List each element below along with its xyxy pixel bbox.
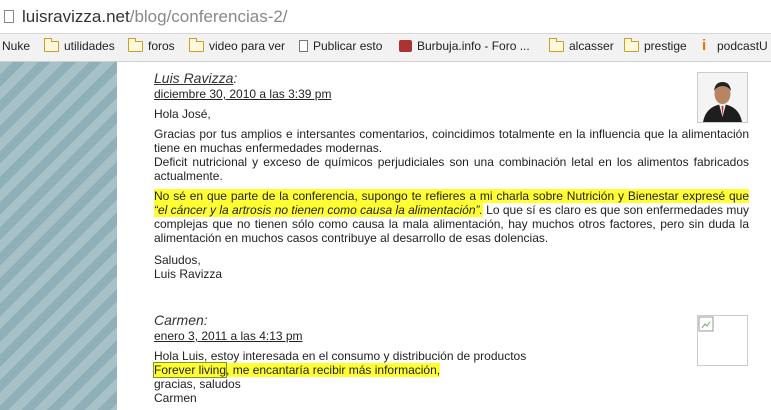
podcast-icon: i [702, 37, 707, 54]
comment-carmen: Carmen: enero 3, 2011 a las 4:13 pm Hola… [152, 312, 749, 405]
comment-line: Carmen [154, 391, 197, 405]
burbuja-icon [399, 40, 412, 52]
folder-icon [127, 37, 143, 52]
comment-closing: Saludos, [154, 253, 201, 267]
page-icon [299, 40, 308, 52]
bookmark-prestige[interactable]: prestige [623, 37, 687, 53]
comment-date-link[interactable]: enero 3, 2011 a las 4:13 pm [154, 329, 749, 343]
broken-image-icon [698, 316, 714, 332]
comment-author: Carmen: [154, 312, 208, 328]
comment-greeting: Hola José, [154, 107, 211, 121]
bookmark-foros[interactable]: foros [127, 37, 175, 53]
comment-paragraph: Deficit nutricional y exceso de químicos… [154, 155, 749, 183]
comment-author: Luis Ravizza: [154, 70, 238, 86]
folder-icon [43, 37, 59, 52]
page-icon [4, 10, 14, 23]
comment-line: Forever living, me encantaría recibir má… [152, 362, 749, 378]
highlighted-text: Forever living [152, 362, 228, 378]
folder-icon [188, 37, 204, 52]
folder-icon [623, 37, 639, 52]
highlighted-quote: “el cáncer y la artrosis no tienen como … [154, 203, 483, 217]
author-link[interactable]: Luis Ravizza [154, 70, 233, 86]
comment-signature: Luis Ravizza [154, 267, 223, 281]
comment-luis: Luis Ravizza: diciembre 30, 2010 a las 3… [154, 70, 749, 281]
avatar-placeholder [697, 315, 748, 366]
folder-icon [548, 37, 564, 52]
bookmark-burbuja[interactable]: Burbuja.info - Foro ... [399, 39, 530, 53]
bookmarks-bar: Nuke utilidades foros video para ver Pub… [0, 34, 771, 62]
decorative-sidebar [0, 62, 117, 410]
url-text[interactable]: luisravizza.net/blog/conferencias-2/ [22, 7, 288, 27]
comments-section: Luis Ravizza: diciembre 30, 2010 a las 3… [117, 62, 771, 410]
comment-line: gracias, saludos [154, 377, 241, 391]
avatar-photo [698, 73, 747, 122]
highlighted-text: , me encantaría recibir más información, [226, 363, 441, 377]
bookmark-alcasser[interactable]: alcasser [548, 37, 614, 53]
comment-paragraph: No sé en que parte de la conferencia, su… [154, 189, 750, 245]
bookmark-utilidades[interactable]: utilidades [43, 37, 115, 53]
comment-paragraph: Gracias por tus amplios e intersantes co… [154, 127, 749, 155]
bookmark-video-para-ver[interactable]: video para ver [188, 37, 285, 53]
avatar [697, 72, 748, 123]
bookmark-nuke[interactable]: Nuke [2, 39, 30, 53]
comment-date-link[interactable]: diciembre 30, 2010 a las 3:39 pm [154, 87, 749, 101]
bookmark-podcast[interactable]: i podcastU [702, 37, 768, 54]
address-bar[interactable]: luisravizza.net/blog/conferencias-2/ [0, 0, 771, 34]
highlighted-text: No sé en que parte de la conferencia, su… [154, 189, 749, 203]
bookmark-publicar-esto[interactable]: Publicar esto [299, 39, 382, 53]
comment-line: Hola Luis, estoy interesada en el consum… [154, 349, 527, 363]
